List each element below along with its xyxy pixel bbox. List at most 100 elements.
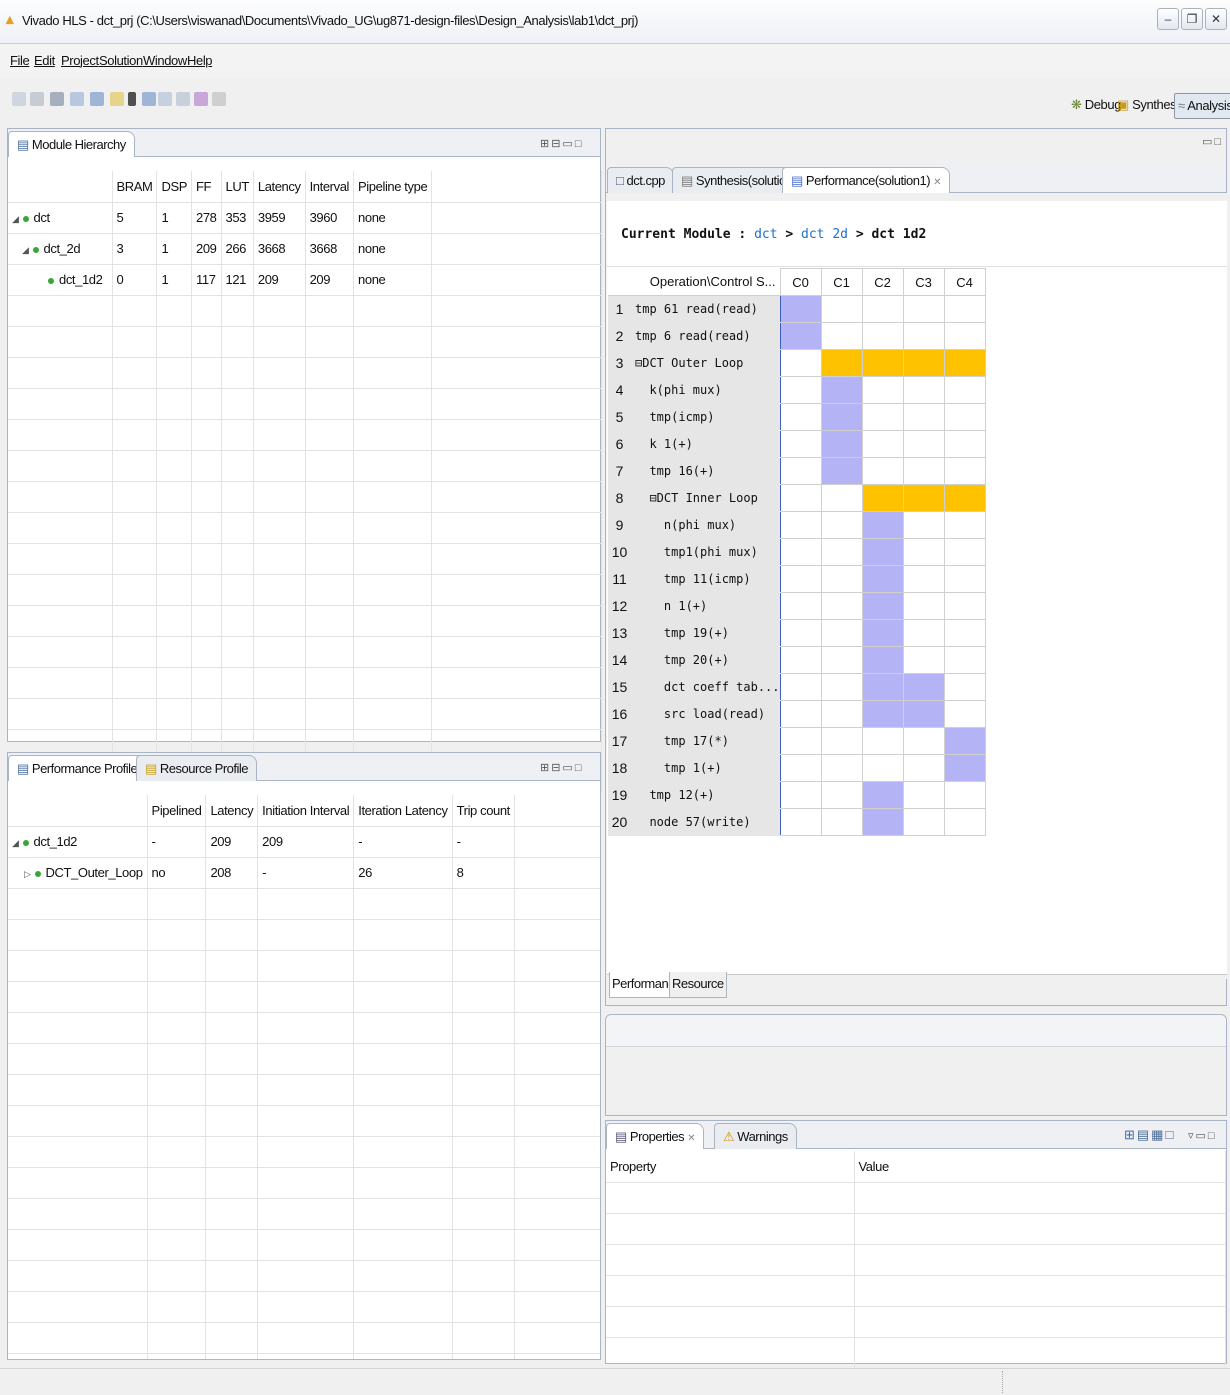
col-initiation-interval[interactable]: Initiation Interval bbox=[257, 795, 355, 827]
tab-performance-solution1[interactable]: ▤ Performance(solution1) ✕ bbox=[782, 167, 951, 193]
gantt-row[interactable]: 1 tmp 61 read(read) bbox=[608, 295, 986, 323]
save-icon[interactable] bbox=[30, 92, 44, 106]
analysis-icon[interactable] bbox=[176, 92, 190, 106]
cycle-header[interactable]: C1 bbox=[820, 268, 863, 296]
synthesis-icon[interactable] bbox=[110, 92, 124, 106]
col-interval[interactable]: Interval bbox=[305, 171, 355, 203]
operation-name[interactable]: tmp 6 read(read) bbox=[630, 322, 781, 350]
menu-file[interactable]: File bbox=[10, 53, 30, 68]
gantt-row[interactable]: 19 tmp 12(+) bbox=[608, 781, 986, 809]
scheduled-cell[interactable] bbox=[779, 295, 822, 323]
operation-name[interactable]: ⊟DCT Outer Loop bbox=[630, 349, 781, 377]
scheduled-cell[interactable] bbox=[861, 565, 904, 593]
breadcrumb-link-dct-2d[interactable]: dct 2d bbox=[801, 227, 848, 242]
analysis-perspective-button[interactable]: ≈ Analysis bbox=[1174, 93, 1230, 119]
col-iteration-latency[interactable]: Iteration Latency bbox=[353, 795, 453, 827]
cycle-header[interactable]: C3 bbox=[902, 268, 945, 296]
operation-name[interactable]: k(phi mux) bbox=[630, 376, 781, 404]
gantt-op-header[interactable]: Operation\Control S... bbox=[608, 268, 781, 296]
operation-name[interactable]: tmp 19(+) bbox=[630, 619, 781, 647]
properties-toolbar-icons[interactable]: ⊞▤▦□ bbox=[1124, 1127, 1175, 1143]
scheduled-cell[interactable] bbox=[861, 619, 904, 647]
gantt-row[interactable]: 16 src load(read) bbox=[608, 700, 986, 728]
col-value[interactable]: Value bbox=[854, 1151, 1226, 1183]
scheduled-cell[interactable] bbox=[861, 538, 904, 566]
gantt-row[interactable]: 7 tmp 16(+) bbox=[608, 457, 986, 485]
scheduled-cell[interactable] bbox=[902, 700, 945, 728]
breadcrumb-link-dct[interactable]: dct bbox=[754, 227, 777, 242]
restore-button[interactable]: ❐ bbox=[1181, 8, 1203, 30]
cycle-header[interactable]: C0 bbox=[779, 268, 822, 296]
scheduled-cell[interactable] bbox=[861, 592, 904, 620]
scheduled-cell[interactable] bbox=[943, 754, 986, 782]
gantt-row[interactable]: 5 tmp(icmp) bbox=[608, 403, 986, 431]
loop-span-cell[interactable] bbox=[943, 349, 986, 377]
col-dsp[interactable]: DSP bbox=[156, 171, 192, 203]
operation-name[interactable]: tmp(icmp) bbox=[630, 403, 781, 431]
loop-span-cell[interactable] bbox=[902, 484, 945, 512]
project-icon[interactable] bbox=[70, 92, 84, 106]
console-icon[interactable] bbox=[90, 92, 104, 106]
col-latency[interactable]: Latency bbox=[253, 171, 306, 203]
table-row[interactable]: ◢ dct 5 1 278 353 3959 3960 none bbox=[8, 202, 602, 234]
loop-span-cell[interactable] bbox=[861, 349, 904, 377]
tab-resource-view[interactable]: Resource bbox=[669, 972, 727, 998]
gantt-row[interactable]: 18 tmp 1(+) bbox=[608, 754, 986, 782]
operation-name[interactable]: k 1(+) bbox=[630, 430, 781, 458]
view-controls[interactable]: ⊞⊟▭□ bbox=[540, 761, 583, 774]
close-tab-icon[interactable]: ✕ bbox=[687, 1133, 695, 1144]
gantt-row[interactable]: 14 tmp 20(+) bbox=[608, 646, 986, 674]
new-icon[interactable] bbox=[12, 92, 26, 106]
gantt-row[interactable]: 11 tmp 11(icmp) bbox=[608, 565, 986, 593]
tab-performance-profile[interactable]: ▤ Performance Profile ✕ bbox=[8, 755, 158, 781]
col-pipeline-type[interactable]: Pipeline type bbox=[353, 171, 433, 203]
operation-name[interactable]: tmp 16(+) bbox=[630, 457, 781, 485]
table-row[interactable]: ◢ dct_2d 3 1 209 266 3668 3668 none bbox=[8, 233, 602, 265]
cycle-header[interactable]: C2 bbox=[861, 268, 904, 296]
menu-help[interactable]: Help bbox=[187, 53, 213, 68]
scheduled-cell[interactable] bbox=[861, 700, 904, 728]
operation-name[interactable]: dct coeff tab... bbox=[630, 673, 781, 701]
scheduled-cell[interactable] bbox=[820, 430, 863, 458]
gantt-row[interactable]: 17 tmp 17(*) bbox=[608, 727, 986, 755]
operation-name[interactable]: tmp 11(icmp) bbox=[630, 565, 781, 593]
tab-resource-profile[interactable]: ▤ Resource Profile bbox=[136, 755, 258, 781]
col-trip-count[interactable]: Trip count bbox=[452, 795, 515, 827]
tab-dct-cpp[interactable]: □ dct.cpp bbox=[607, 167, 674, 193]
report-icon[interactable] bbox=[158, 92, 172, 106]
close-tab-icon[interactable]: ✕ bbox=[933, 177, 941, 188]
collapse-icon[interactable]: ▷ bbox=[24, 869, 31, 879]
operation-name[interactable]: tmp 17(*) bbox=[630, 727, 781, 755]
expand-icon[interactable]: ◢ bbox=[12, 214, 19, 224]
export-icon[interactable] bbox=[142, 92, 156, 106]
table-row[interactable]: ◢ dct_1d2 - 209 209 - - bbox=[8, 826, 600, 858]
cycle-header[interactable]: C4 bbox=[943, 268, 986, 296]
tab-module-hierarchy[interactable]: ▤ Module Hierarchy bbox=[8, 131, 135, 157]
scheduled-cell[interactable] bbox=[820, 457, 863, 485]
operation-name[interactable]: src load(read) bbox=[630, 700, 781, 728]
gantt-row[interactable]: 10 tmp1(phi mux) bbox=[608, 538, 986, 566]
menu-window[interactable]: Window bbox=[143, 53, 187, 68]
scheduled-cell[interactable] bbox=[820, 376, 863, 404]
operation-name[interactable]: tmp1(phi mux) bbox=[630, 538, 781, 566]
table-row[interactable]: ▷ DCT_Outer_Loop no 208 - 26 8 bbox=[8, 857, 600, 889]
stop-icon[interactable] bbox=[128, 92, 136, 106]
scheduled-cell[interactable] bbox=[861, 511, 904, 539]
col-ff[interactable]: FF bbox=[191, 171, 222, 203]
scheduled-cell[interactable] bbox=[820, 403, 863, 431]
menu-solution[interactable]: Solution bbox=[99, 53, 143, 68]
gantt-row[interactable]: 3 ⊟DCT Outer Loop bbox=[608, 349, 986, 377]
operation-name[interactable]: tmp 20(+) bbox=[630, 646, 781, 674]
tab-warnings[interactable]: ⚠ Warnings bbox=[714, 1123, 797, 1149]
operation-name[interactable]: n 1(+) bbox=[630, 592, 781, 620]
col-property[interactable]: Property bbox=[606, 1151, 855, 1183]
scheduled-cell[interactable] bbox=[861, 646, 904, 674]
gantt-row[interactable]: 20 node 57(write) bbox=[608, 808, 986, 836]
scheduled-cell[interactable] bbox=[861, 673, 904, 701]
gantt-row[interactable]: 12 n 1(+) bbox=[608, 592, 986, 620]
operation-name[interactable]: tmp 1(+) bbox=[630, 754, 781, 782]
operation-name[interactable]: tmp 61 read(read) bbox=[630, 295, 781, 323]
col-pipelined[interactable]: Pipelined bbox=[147, 795, 207, 827]
loop-span-cell[interactable] bbox=[943, 484, 986, 512]
menu-edit[interactable]: Edit bbox=[34, 53, 55, 68]
